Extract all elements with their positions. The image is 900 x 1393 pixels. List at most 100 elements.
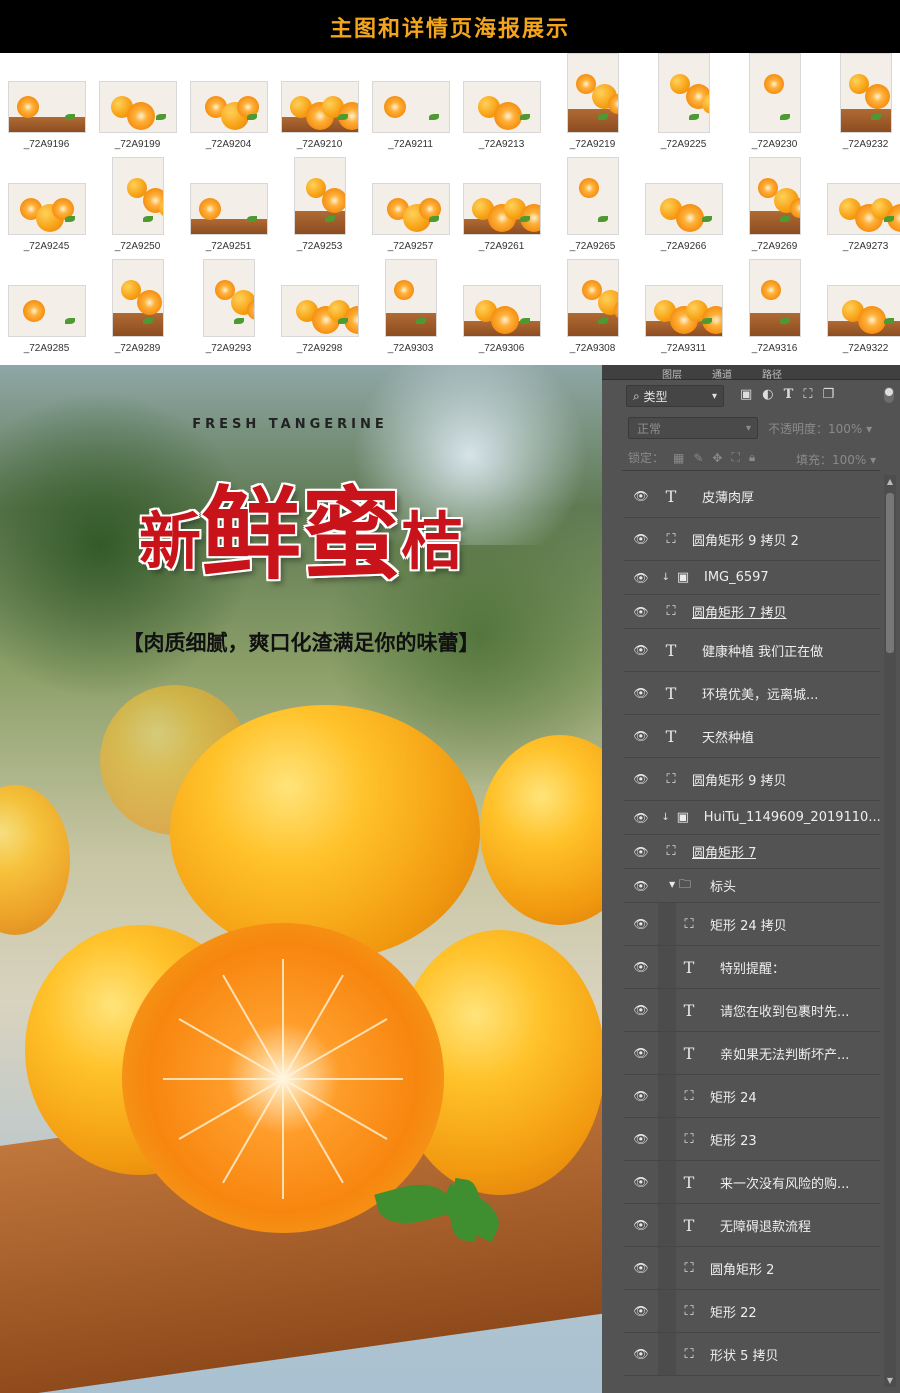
visibility-eye-icon[interactable]: 👁︎ <box>624 960 658 974</box>
visibility-eye-icon[interactable]: 👁︎ <box>624 686 658 700</box>
thumbnail-label: _72A9251 <box>205 241 252 252</box>
layer-row[interactable]: 👁︎ ⛶ 圆角矩形 7 <box>624 835 880 869</box>
visibility-eye-icon[interactable]: 👁︎ <box>624 1175 658 1189</box>
thumbnail-item[interactable]: _72A9293 <box>183 259 274 359</box>
thumbnail-item[interactable]: _72A9251 <box>183 157 274 257</box>
layer-row[interactable]: 👁︎ T 特别提醒： <box>624 946 880 989</box>
layer-row[interactable]: 👁︎ ⛶ 圆角矩形 2 <box>624 1247 880 1290</box>
text-filter-icon[interactable]: T <box>784 387 794 402</box>
visibility-eye-icon[interactable]: 👁︎ <box>624 917 658 931</box>
thumbnail-item[interactable]: _72A9311 <box>638 259 729 359</box>
thumbnail-item[interactable]: _72A9308 <box>547 259 638 359</box>
thumbnail-label: _72A9253 <box>296 241 343 252</box>
layer-row[interactable]: 👁︎ ⛶ 形状 5 拷贝 <box>624 1333 880 1376</box>
visibility-eye-icon[interactable]: 👁︎ <box>624 1132 658 1146</box>
thumbnail-item[interactable]: _72A9306 <box>456 259 547 359</box>
thumbnail-item[interactable]: _72A9204 <box>183 55 274 155</box>
chevron-down-icon: ▾ <box>711 390 717 402</box>
visibility-eye-icon[interactable]: 👁︎ <box>624 1046 658 1060</box>
layer-list-scrollbar[interactable]: ▲ ▼ <box>884 475 896 1387</box>
thumbnail-item[interactable]: _72A9269 <box>729 157 820 257</box>
lock-brush-icon[interactable]: ✎ <box>693 451 703 465</box>
visibility-eye-icon[interactable]: 👁︎ <box>624 1218 658 1232</box>
lock-move-icon[interactable]: ✥ <box>712 451 722 465</box>
thumbnail-item[interactable]: _72A9225 <box>638 53 729 155</box>
layer-row[interactable]: 👁︎ ↓ ▣ IMG_6597 <box>624 561 880 595</box>
layer-row[interactable]: 👁︎ T 无障碍退款流程 <box>624 1204 880 1247</box>
thumbnail-item[interactable]: _72A9316 <box>729 259 820 359</box>
layer-row[interactable]: 👁︎ ⛶ 圆角矩形 9 拷贝 <box>624 758 880 801</box>
visibility-eye-icon[interactable]: 👁︎ <box>624 845 658 859</box>
layer-row[interactable]: 👁︎ ▾ 🗀︎ 标头 <box>624 869 880 903</box>
layer-filter-select[interactable]: ⌕ 类型 ▾ <box>626 385 724 407</box>
thumbnail-item[interactable]: _72A9298 <box>274 259 365 359</box>
blend-mode-select[interactable]: 正常 ▾ <box>628 417 758 439</box>
layer-row[interactable]: 👁︎ T 亲如果无法判断坏产... <box>624 1032 880 1075</box>
thumbnail-item[interactable]: _72A9211 <box>365 55 456 155</box>
visibility-eye-icon[interactable]: 👁︎ <box>624 643 658 657</box>
tab-channels[interactable]: 通道 <box>712 366 732 381</box>
layer-row[interactable]: 👁︎ ⛶ 圆角矩形 7 拷贝 <box>624 595 880 629</box>
visibility-eye-icon[interactable]: 👁︎ <box>624 772 658 786</box>
visibility-eye-icon[interactable]: 👁︎ <box>624 729 658 743</box>
layer-name: 来一次没有风险的购... <box>720 1176 850 1192</box>
thumbnail-item[interactable]: _72A9199 <box>92 55 183 155</box>
visibility-eye-icon[interactable]: 👁︎ <box>624 1304 658 1318</box>
layer-row[interactable]: 👁︎ T 环境优美，远离城... <box>624 672 880 715</box>
thumbnail-item[interactable]: _72A9322 <box>820 259 900 359</box>
thumbnail-item[interactable]: _72A9273 <box>820 157 900 257</box>
visibility-eye-icon[interactable]: 👁︎ <box>624 811 658 825</box>
image-filter-icon[interactable]: ▣ <box>740 387 752 402</box>
thumbnail-item[interactable]: _72A9196 <box>1 55 92 155</box>
visibility-eye-icon[interactable]: 👁︎ <box>624 1261 658 1275</box>
thumbnail-item[interactable]: _72A9253 <box>274 157 365 257</box>
filter-toggle[interactable] <box>884 387 894 403</box>
fill-field[interactable]: 填充：100% ▾ <box>796 451 876 468</box>
visibility-eye-icon[interactable]: 👁︎ <box>624 605 658 619</box>
thumbnail-item[interactable]: _72A9230 <box>729 53 820 155</box>
visibility-eye-icon[interactable]: 👁︎ <box>624 1089 658 1103</box>
visibility-eye-icon[interactable]: 👁︎ <box>624 1347 658 1361</box>
visibility-eye-icon[interactable]: 👁︎ <box>624 879 658 893</box>
layer-row[interactable]: 👁︎ T 皮薄肉厚 <box>624 475 880 518</box>
lock-pixels-icon[interactable]: ▦ <box>673 451 684 465</box>
layer-row[interactable]: 👁︎ T 健康种植 我们正在做 <box>624 629 880 672</box>
lock-artboard-icon[interactable]: ⛶ <box>731 450 739 465</box>
layer-row[interactable]: 👁︎ ↓ ▣ HuiTu_1149609_2019110... <box>624 801 880 835</box>
thumbnail-item[interactable]: _72A9213 <box>456 55 547 155</box>
layer-row[interactable]: 👁︎ T 请您在收到包裹时先... <box>624 989 880 1032</box>
tab-layers[interactable]: 图层 <box>662 366 682 381</box>
thumbnail-item[interactable]: _72A9261 <box>456 157 547 257</box>
thumbnail-item[interactable]: _72A9245 <box>1 157 92 257</box>
layer-row[interactable]: 👁︎ ⛶ 矩形 22 <box>624 1290 880 1333</box>
tab-paths[interactable]: 路径 <box>762 366 782 381</box>
scroll-thumb[interactable] <box>886 493 894 653</box>
visibility-eye-icon[interactable]: 👁︎ <box>624 489 658 503</box>
opacity-field[interactable]: 不透明度：100% ▾ <box>768 420 872 437</box>
layer-row[interactable]: 👁︎ T 来一次没有风险的购... <box>624 1161 880 1204</box>
thumbnail-item[interactable]: _72A9210 <box>274 55 365 155</box>
thumbnail-item[interactable]: _72A9303 <box>365 259 456 359</box>
thumbnail-item[interactable]: _72A9257 <box>365 157 456 257</box>
scroll-up-icon[interactable]: ▲ <box>884 477 896 486</box>
visibility-eye-icon[interactable]: 👁︎ <box>624 1003 658 1017</box>
thumbnail-item[interactable]: _72A9266 <box>638 157 729 257</box>
visibility-eye-icon[interactable]: 👁︎ <box>624 532 658 546</box>
thumbnail-item[interactable]: _72A9285 <box>1 259 92 359</box>
adjustment-filter-icon[interactable]: ◐ <box>762 387 773 402</box>
thumbnail-item[interactable]: _72A9219 <box>547 53 638 155</box>
shape-filter-icon[interactable]: ⛶ <box>803 387 812 402</box>
layer-row[interactable]: 👁︎ ⛶ 矩形 24 拷贝 <box>624 903 880 946</box>
layer-row[interactable]: 👁︎ ⛶ 矩形 23 <box>624 1118 880 1161</box>
visibility-eye-icon[interactable]: 👁︎ <box>624 571 658 585</box>
layer-row[interactable]: 👁︎ T 天然种植 <box>624 715 880 758</box>
lock-all-icon[interactable]: 🔒︎ <box>749 450 755 465</box>
smart-object-filter-icon[interactable]: ❐ <box>822 387 834 402</box>
thumbnail-item[interactable]: _72A9250 <box>92 157 183 257</box>
layer-row[interactable]: 👁︎ ⛶ 矩形 24 <box>624 1075 880 1118</box>
thumbnail-item[interactable]: _72A9289 <box>92 259 183 359</box>
thumbnail-item[interactable]: _72A9265 <box>547 157 638 257</box>
thumbnail-item[interactable]: _72A9232 <box>820 53 900 155</box>
layer-row[interactable]: 👁︎ ⛶ 圆角矩形 9 拷贝 2 <box>624 518 880 561</box>
scroll-down-icon[interactable]: ▼ <box>884 1376 896 1385</box>
